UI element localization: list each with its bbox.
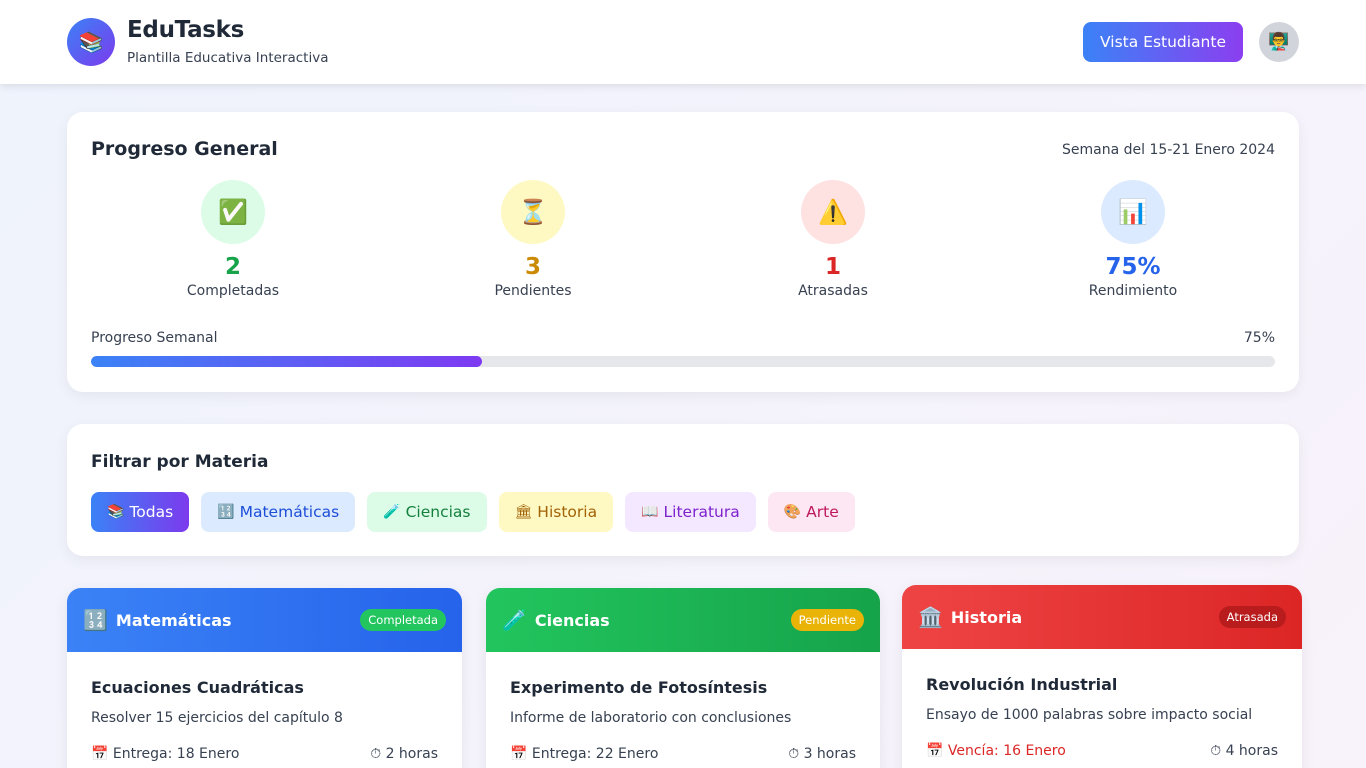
task-card-science[interactable]: 🧪 Ciencias Pendiente Experimento de Foto… [486, 588, 880, 768]
student-view-button[interactable]: Vista Estudiante [1083, 22, 1243, 62]
task-duration: ⏱ 2 horas [370, 746, 438, 762]
subject-filter-card: Filtrar por Materia 📚 Todas 🔢 Matemática… [67, 424, 1299, 556]
general-progress-card: Progreso General Semana del 15-21 Enero … [67, 112, 1299, 392]
task-header: 🏛️ Historia Atrasada [902, 585, 1302, 649]
task-due-date: 📅 Entrega: 22 Enero [510, 746, 659, 762]
test-tube-icon: 🧪 [502, 608, 527, 632]
filter-title: Filtrar por Materia [91, 452, 269, 472]
task-title: Ecuaciones Cuadráticas [91, 678, 304, 697]
task-duration: ⏱ 3 horas [788, 746, 856, 762]
books-icon[interactable]: 📚 [67, 18, 115, 66]
stat-label: Atrasadas [798, 283, 868, 299]
chip-label: Matemáticas [239, 503, 340, 521]
app-header: 📚 EduTasks Plantilla Educativa Interacti… [0, 0, 1366, 84]
stat-overdue: ⚠️ 1 Atrasadas [733, 180, 933, 299]
status-badge: Pendiente [790, 609, 864, 631]
status-badge: Completada [360, 609, 446, 631]
task-subject: Historia [950, 607, 1023, 627]
stat-value: 75% [1105, 254, 1161, 280]
teacher-avatar-icon[interactable]: 👨‍🏫 [1259, 22, 1299, 62]
stat-label: Rendimiento [1088, 283, 1178, 299]
warning-icon: ⚠️ [801, 180, 865, 244]
task-duration: ⏱ 4 horas [1210, 743, 1278, 759]
task-card-math[interactable]: 🔢 Matemáticas Completada Ecuaciones Cuad… [67, 588, 462, 768]
stat-value: 2 [224, 254, 241, 280]
chip-label: Ciencias [405, 503, 471, 521]
task-header: 🧪 Ciencias Pendiente [486, 588, 880, 652]
app-title: EduTasks [127, 17, 245, 43]
stat-value: 1 [824, 254, 841, 280]
classical-building-icon: 🏛 [514, 504, 533, 520]
task-header: 🔢 Matemáticas Completada [67, 588, 462, 652]
task-card-history[interactable]: 🏛️ Historia Atrasada Revolución Industri… [902, 585, 1302, 768]
filter-chip-all[interactable]: 📚 Todas [91, 492, 190, 532]
filter-chip-history[interactable]: 🏛 Historia [498, 492, 614, 532]
test-tube-icon: 🧪 [383, 504, 401, 520]
task-description: Informe de laboratorio con conclusiones [510, 710, 792, 726]
task-description: Resolver 15 ejercicios del capítulo 8 [91, 710, 343, 726]
task-description: Ensayo de 1000 palabras sobre impacto so… [926, 707, 1253, 723]
stat-label: Pendientes [494, 283, 572, 299]
filter-chip-math[interactable]: 🔢 Matemáticas [201, 492, 356, 532]
task-due-date: 📅 Entrega: 18 Enero [91, 746, 240, 762]
open-book-icon: 📖 [641, 504, 659, 520]
books-icon: 📚 [107, 504, 125, 520]
chip-label: Todas [129, 503, 174, 521]
chip-label: Historia [537, 503, 598, 521]
app-subtitle: Plantilla Educativa Interactiva [127, 50, 329, 66]
task-title: Revolución Industrial [926, 675, 1118, 694]
task-title: Experimento de Fotosíntesis [510, 678, 768, 697]
numbers-icon: 🔢 [217, 504, 235, 520]
task-subject: Matemáticas [115, 610, 232, 630]
numbers-icon: 🔢 [83, 608, 108, 632]
task-subject: Ciencias [534, 610, 610, 630]
filter-chip-literature[interactable]: 📖 Literatura [625, 492, 756, 532]
check-icon: ✅ [201, 180, 265, 244]
filter-chip-art[interactable]: 🎨 Arte [767, 492, 855, 532]
task-due-date: 📅 Vencía: 16 Enero [926, 743, 1066, 759]
stat-performance: 📊 75% Rendimiento [1033, 180, 1233, 299]
stat-pending: ⏳ 3 Pendientes [433, 180, 633, 299]
chip-label: Literatura [663, 503, 740, 521]
stat-label: Completadas [186, 283, 280, 299]
filter-chip-science[interactable]: 🧪 Ciencias [367, 492, 487, 532]
weekly-progress-label: Progreso Semanal [91, 330, 218, 346]
weekly-progress-bar [91, 356, 1275, 367]
palette-icon: 🎨 [783, 504, 802, 520]
week-label: Semana del 15-21 Enero 2024 [1061, 142, 1275, 158]
bar-chart-icon: 📊 [1101, 180, 1165, 244]
chip-label: Arte [806, 503, 839, 521]
hourglass-icon: ⏳ [501, 180, 565, 244]
status-badge: Atrasada [1218, 606, 1286, 628]
classical-building-icon: 🏛️ [918, 605, 943, 629]
progress-title: Progreso General [91, 138, 278, 160]
weekly-progress-fill [91, 356, 482, 367]
stat-value: 3 [524, 254, 541, 280]
filter-chips: 📚 Todas 🔢 Matemáticas 🧪 Ciencias 🏛 Histo… [91, 492, 855, 532]
stat-completed: ✅ 2 Completadas [133, 180, 333, 299]
weekly-progress-value: 75% [1243, 330, 1275, 346]
